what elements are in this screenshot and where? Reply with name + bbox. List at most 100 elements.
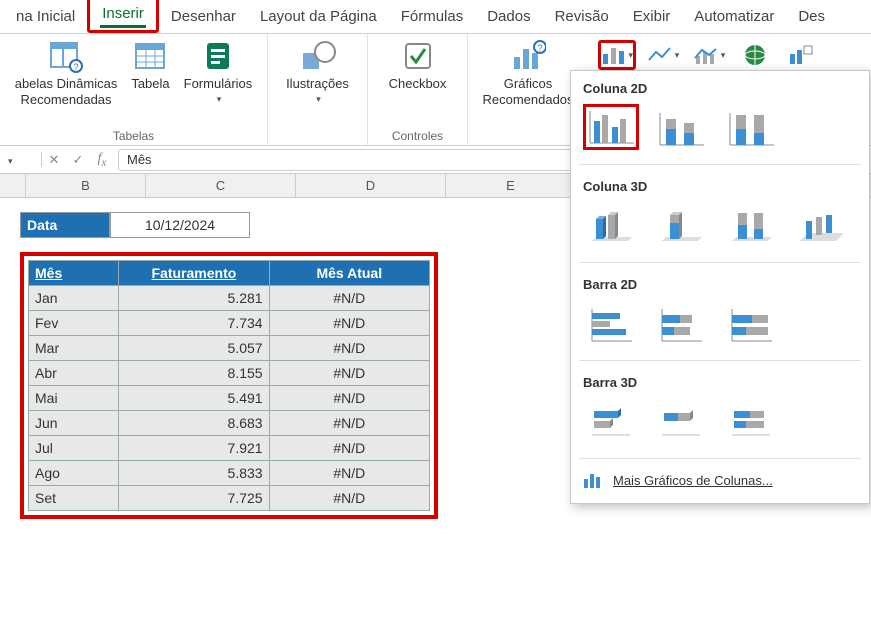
cell-atual[interactable]: #N/D [269, 486, 429, 511]
tab-automate[interactable]: Automatizar [682, 2, 786, 33]
combo-chart-icon [693, 44, 719, 66]
combo-chart-button[interactable]: ▾ [690, 40, 728, 70]
stacked-column-3d[interactable] [653, 202, 709, 248]
checkbox-button[interactable]: Checkbox [389, 38, 447, 92]
col-header[interactable]: D [296, 174, 446, 197]
section-3d-bar: Barra 3D [571, 365, 869, 396]
tab-draw[interactable]: Desenhar [159, 2, 248, 33]
stacked-bar-100-2d[interactable] [723, 300, 779, 346]
tab-insert[interactable]: Inserir [87, 0, 159, 33]
stacked-bar-2d[interactable] [653, 300, 709, 346]
tab-formulas[interactable]: Fórmulas [389, 2, 476, 33]
cell-atual[interactable]: #N/D [269, 336, 429, 361]
col-header[interactable]: C [146, 174, 296, 197]
table-row[interactable]: Jul7.921#N/D [29, 436, 430, 461]
cell-fat[interactable]: 7.725 [119, 486, 269, 511]
cell-fat[interactable]: 5.833 [119, 461, 269, 486]
ribbon-tabs: na Inicial Inserir Desenhar Layout da Pá… [0, 0, 871, 34]
column-3d[interactable] [793, 202, 849, 248]
pivot-chart-button[interactable] [782, 40, 820, 70]
checkbox-label: Checkbox [389, 76, 447, 92]
section-2d-column: Coluna 2D [571, 71, 869, 102]
cell-mes[interactable]: Mai [29, 386, 119, 411]
clustered-bar-2d[interactable] [583, 300, 639, 346]
stacked-column-100-2d[interactable] [723, 104, 779, 150]
recommended-charts-label: Gráficos Recomendados [482, 76, 573, 107]
table-row[interactable]: Mar5.057#N/D [29, 336, 430, 361]
data-label-cell[interactable]: Data [20, 212, 110, 238]
cell-fat[interactable]: 8.683 [119, 411, 269, 436]
data-value-cell[interactable]: 10/12/2024 [110, 212, 250, 238]
more-column-charts[interactable]: Mais Gráficos de Colunas... [571, 463, 869, 497]
tab-layout[interactable]: Layout da Página [248, 2, 389, 33]
clustered-column-3d[interactable] [583, 202, 639, 248]
table-row[interactable]: Jun8.683#N/D [29, 411, 430, 436]
cell-mes[interactable]: Jan [29, 286, 119, 311]
cell-mes[interactable]: Abr [29, 361, 119, 386]
column-chart-icon [583, 471, 603, 489]
cell-mes[interactable]: Mar [29, 336, 119, 361]
header-mes[interactable]: Mês [29, 261, 119, 286]
table-label: Tabela [131, 76, 169, 92]
recommended-charts-button[interactable]: ? Gráficos Recomendados [482, 38, 573, 107]
cell-atual[interactable]: #N/D [269, 386, 429, 411]
svg-text:?: ? [537, 43, 542, 53]
table-row[interactable]: Set7.725#N/D [29, 486, 430, 511]
table-row[interactable]: Fev7.734#N/D [29, 311, 430, 336]
cell-fat[interactable]: 7.921 [119, 436, 269, 461]
cell-atual[interactable]: #N/D [269, 311, 429, 336]
line-chart-button[interactable]: ▾ [644, 40, 682, 70]
tab-data[interactable]: Dados [475, 2, 542, 33]
stacked-bar-3d[interactable] [653, 398, 709, 444]
table-button[interactable]: Tabela [131, 38, 169, 92]
header-atual[interactable]: Mês Atual [269, 261, 429, 286]
col-header[interactable]: E [446, 174, 576, 197]
pivot-tables-label: abelas Dinâmicas Recomendadas [15, 76, 118, 107]
table-row[interactable]: Mai5.491#N/D [29, 386, 430, 411]
column-chart-dropdown: Coluna 2D Coluna 3D Barra 2D [570, 70, 870, 504]
illustrations-button[interactable]: Ilustrações ▾ [286, 38, 349, 104]
cell-atual[interactable]: #N/D [269, 361, 429, 386]
cell-mes[interactable]: Jul [29, 436, 119, 461]
cell-fat[interactable]: 5.491 [119, 386, 269, 411]
table-icon [132, 38, 168, 74]
col-header[interactable]: B [26, 174, 146, 197]
cell-fat[interactable]: 5.281 [119, 286, 269, 311]
pivot-tables-button[interactable]: ? abelas Dinâmicas Recomendadas [15, 38, 118, 107]
clustered-bar-3d[interactable] [583, 398, 639, 444]
illustrations-label: Ilustrações [286, 76, 349, 92]
cell-mes[interactable]: Ago [29, 461, 119, 486]
stacked-column-2d[interactable] [653, 104, 709, 150]
tab-home[interactable]: na Inicial [4, 2, 87, 33]
table-row[interactable]: Ago5.833#N/D [29, 461, 430, 486]
pivot-chart-icon [788, 44, 814, 66]
data-table: Mês Faturamento Mês Atual Jan5.281#N/DFe… [28, 260, 430, 511]
svg-text:?: ? [74, 62, 79, 72]
cell-atual[interactable]: #N/D [269, 411, 429, 436]
cell-fat[interactable]: 8.155 [119, 361, 269, 386]
cell-fat[interactable]: 5.057 [119, 336, 269, 361]
stacked-column-100-3d[interactable] [723, 202, 779, 248]
clustered-column-2d[interactable] [583, 104, 639, 150]
cell-mes[interactable]: Jun [29, 411, 119, 436]
name-box[interactable]: ▾ [0, 152, 42, 167]
tab-review[interactable]: Revisão [543, 2, 621, 33]
forms-button[interactable]: Formulários ▾ [184, 38, 253, 104]
insert-function-button[interactable]: fx [90, 151, 114, 169]
cell-mes[interactable]: Set [29, 486, 119, 511]
cell-fat[interactable]: 7.734 [119, 311, 269, 336]
column-chart-button[interactable]: ▾ [598, 40, 636, 70]
tab-developer[interactable]: Des [786, 2, 837, 33]
header-fat[interactable]: Faturamento [119, 261, 269, 286]
stacked-bar-100-3d[interactable] [723, 398, 779, 444]
table-row[interactable]: Jan5.281#N/D [29, 286, 430, 311]
accept-formula-button[interactable]: ✓ [66, 152, 90, 168]
tab-view[interactable]: Exibir [621, 2, 683, 33]
cell-atual[interactable]: #N/D [269, 286, 429, 311]
table-row[interactable]: Abr8.155#N/D [29, 361, 430, 386]
cell-atual[interactable]: #N/D [269, 436, 429, 461]
cell-atual[interactable]: #N/D [269, 461, 429, 486]
cell-mes[interactable]: Fev [29, 311, 119, 336]
maps-button[interactable] [736, 40, 774, 70]
cancel-formula-button[interactable]: ✕ [42, 152, 66, 168]
